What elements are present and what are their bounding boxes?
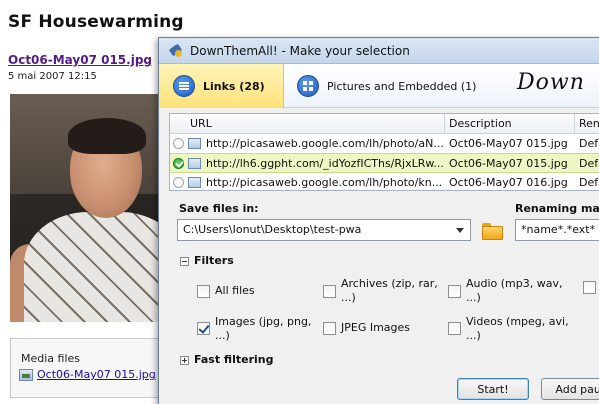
add-paused-button[interactable]: Add paus xyxy=(541,378,599,400)
renaming-mask-value: *name*.*ext* xyxy=(521,223,596,236)
image-file-icon xyxy=(188,138,201,149)
chevron-down-icon[interactable] xyxy=(456,228,464,233)
row-renaming: Defa xyxy=(579,157,599,170)
filter-videos-checkbox[interactable] xyxy=(448,322,461,335)
row-url: http://picasaweb.google.com/lh/photo/aN.… xyxy=(206,137,444,150)
row-url: http://lh6.ggpht.com/_idYozfICThs/RjxLRw… xyxy=(206,157,444,170)
row-description: Oct06-May07 016.jpg xyxy=(449,176,568,189)
row-description: Oct06-May07 015.jpg xyxy=(449,137,568,150)
expand-icon[interactable] xyxy=(180,356,189,365)
collapse-icon[interactable] xyxy=(180,257,189,266)
list-row-selected[interactable]: http://lh6.ggpht.com/_idYozfICThs/RjxLRw… xyxy=(170,153,599,173)
row-description: Oct06-May07 015.jpg xyxy=(449,157,568,170)
column-divider[interactable] xyxy=(574,114,575,134)
filter-videos-label: Videos (mpeg, avi, ...) xyxy=(466,315,569,342)
filter-all-files-label: All files xyxy=(215,284,255,297)
filter-archives-label: Archives (zip, rar, ...) xyxy=(341,277,438,304)
list-row[interactable]: http://picasaweb.google.com/lh/photo/kn.… xyxy=(170,173,599,190)
row-checkbox-checked[interactable] xyxy=(173,158,184,169)
save-path-combobox[interactable]: C:\Users\Ionut\Desktop\test-pwa xyxy=(177,219,471,241)
fast-filtering-label: Fast filtering xyxy=(194,353,274,366)
filter-audio-checkbox[interactable] xyxy=(448,285,461,298)
list-row[interactable]: http://picasaweb.google.com/lh/photo/aN.… xyxy=(170,134,599,154)
filter-more-checkbox[interactable] xyxy=(583,281,596,294)
dialog-title: DownThemAll! - Make your selection xyxy=(190,43,410,58)
column-divider[interactable] xyxy=(444,114,445,134)
media-files-box: Media files Oct06-May07 015.jpg xyxy=(10,338,170,398)
column-header-renaming[interactable]: Rena xyxy=(579,117,599,130)
dialog-titlebar[interactable]: DownThemAll! - Make your selection xyxy=(159,38,599,64)
downthemall-app-icon xyxy=(169,44,183,58)
tab-strip: Links (28) Pictures and Embedded (1) Dow… xyxy=(159,64,599,108)
row-checkbox[interactable] xyxy=(173,177,184,188)
list-icon xyxy=(173,75,195,97)
media-files-title: Media files xyxy=(21,352,81,365)
image-file-icon xyxy=(19,368,33,381)
start-button[interactable]: Start! xyxy=(457,378,529,400)
tab-pictures-embedded[interactable]: Pictures and Embedded (1) xyxy=(285,64,485,108)
filter-images-label: Images (jpg, png, ...) xyxy=(215,315,312,342)
screen: SF Housewarming Oct06-May07 015.jpg 5 ma… xyxy=(0,0,599,404)
list-header: URL Description Rena xyxy=(170,114,599,134)
downthemall-dialog: DownThemAll! - Make your selection Links… xyxy=(158,37,599,404)
tab-links[interactable]: Links (28) xyxy=(159,64,284,108)
image-file-icon xyxy=(188,177,201,188)
row-renaming: Defa xyxy=(579,176,599,189)
downthemall-logo: Down xyxy=(517,70,585,95)
filter-jpeg-label: JPEG Images xyxy=(341,321,411,334)
filter-archives-checkbox[interactable] xyxy=(323,285,336,298)
options-panel: Save files in: Renaming mask C:\Users\Io… xyxy=(169,193,599,404)
filters-label: Filters xyxy=(194,254,234,267)
post-title-link[interactable]: Oct06-May07 015.jpg xyxy=(8,53,152,67)
save-path-value: C:\Users\Ionut\Desktop\test-pwa xyxy=(183,223,362,236)
filter-jpeg-checkbox[interactable] xyxy=(323,322,336,335)
tab-links-label: Links (28) xyxy=(203,79,265,93)
save-files-label: Save files in: xyxy=(179,202,259,215)
page-title: SF Housewarming xyxy=(8,12,184,32)
image-file-icon xyxy=(188,158,201,169)
photo-hair xyxy=(68,118,146,154)
row-url: http://picasaweb.google.com/lh/photo/kn.… xyxy=(206,176,443,189)
media-file-item[interactable]: Oct06-May07 015.jpg xyxy=(19,368,156,381)
folder-icon[interactable] xyxy=(482,221,503,240)
tab-pictures-label: Pictures and Embedded (1) xyxy=(327,79,477,93)
photo-shirt xyxy=(24,212,170,322)
filter-all-files-checkbox[interactable] xyxy=(197,285,210,298)
links-list[interactable]: URL Description Rena http://picasaweb.go… xyxy=(169,113,599,191)
grid-icon xyxy=(297,75,319,97)
filter-images-checkbox[interactable] xyxy=(197,322,210,335)
row-checkbox[interactable] xyxy=(173,138,184,149)
media-file-link[interactable]: Oct06-May07 015.jpg xyxy=(37,368,156,381)
filter-audio-label: Audio (mp3, wav, ...) xyxy=(466,277,563,304)
column-header-url[interactable]: URL xyxy=(190,117,212,130)
renaming-mask-label: Renaming mask xyxy=(515,202,599,215)
renaming-mask-input[interactable]: *name*.*ext* xyxy=(515,219,599,241)
column-header-description[interactable]: Description xyxy=(449,117,512,130)
post-photo[interactable] xyxy=(10,94,170,322)
post-date: 5 mai 2007 12:15 xyxy=(8,71,97,82)
row-renaming: Defa xyxy=(579,137,599,150)
